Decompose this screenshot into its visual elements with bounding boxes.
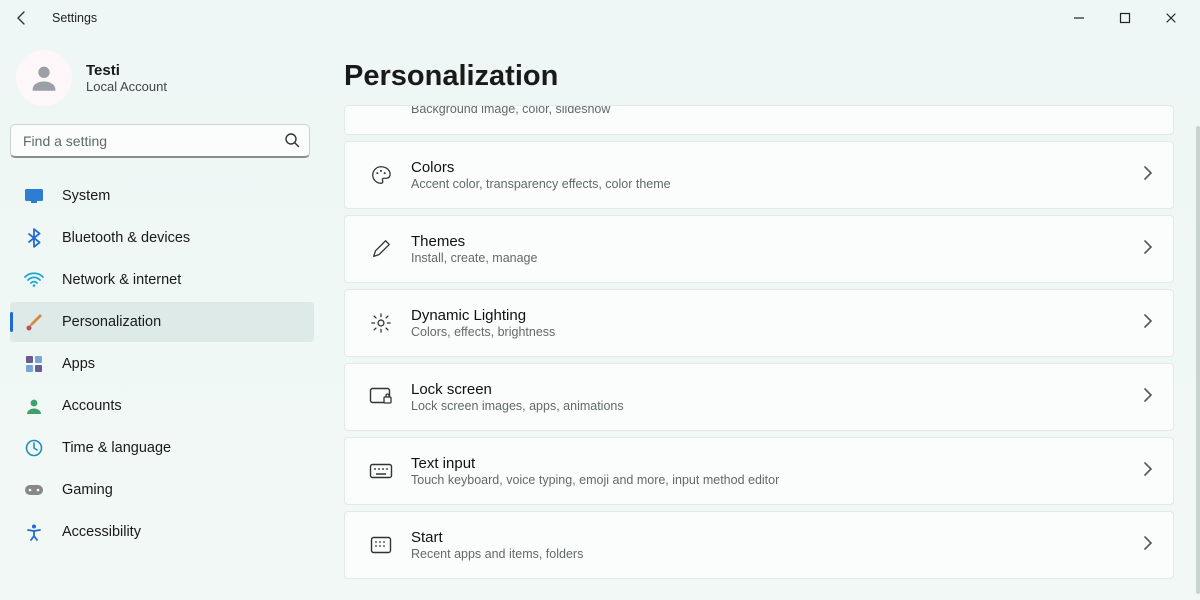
sidebar-item-label: Accessibility (62, 524, 141, 540)
sidebar-item-label: System (62, 188, 110, 204)
lock-screen-icon (361, 387, 401, 407)
user-block[interactable]: Testi Local Account (10, 46, 314, 124)
back-button[interactable] (6, 2, 38, 34)
sidebar-item-label: Bluetooth & devices (62, 230, 190, 246)
chevron-right-icon (1143, 462, 1153, 481)
chevron-right-icon (1143, 536, 1153, 555)
paintbrush-icon (24, 312, 44, 332)
sidebar-item-accounts[interactable]: Accounts (10, 386, 314, 426)
settings-card-list: Background Background image, color, slid… (344, 105, 1174, 579)
maximize-button[interactable] (1102, 2, 1148, 34)
sidebar-item-label: Gaming (62, 482, 113, 498)
search-icon (284, 132, 300, 153)
person-icon (24, 396, 44, 416)
bluetooth-icon (24, 228, 44, 248)
pen-icon (361, 238, 401, 260)
sidebar-item-accessibility[interactable]: Accessibility (10, 512, 314, 552)
close-button[interactable] (1148, 2, 1194, 34)
page-title: Personalization (344, 60, 1188, 93)
title-bar: Settings (0, 0, 1200, 36)
sidebar-item-label: Time & language (62, 440, 171, 456)
chevron-right-icon (1143, 166, 1153, 185)
sidebar-item-apps[interactable]: Apps (10, 344, 314, 384)
gamepad-icon (24, 480, 44, 500)
palette-icon (361, 164, 401, 186)
card-dynamic-lighting[interactable]: Dynamic Lighting Colors, effects, bright… (344, 289, 1174, 357)
nav-list: System Bluetooth & devices Network & int… (10, 176, 314, 552)
search-box[interactable] (10, 124, 310, 158)
card-desc: Colors, effects, brightness (411, 325, 1143, 339)
card-desc: Touch keyboard, voice typing, emoji and … (411, 473, 1143, 487)
clock-globe-icon (24, 438, 44, 458)
sidebar-item-time-language[interactable]: Time & language (10, 428, 314, 468)
search-input[interactable] (10, 124, 310, 158)
minimize-button[interactable] (1056, 2, 1102, 34)
card-title: Text input (411, 455, 1143, 472)
card-title: Start (411, 529, 1143, 546)
sidebar-item-label: Network & internet (62, 272, 181, 288)
sidebar-item-personalization[interactable]: Personalization (10, 302, 314, 342)
sidebar-item-network[interactable]: Network & internet (10, 260, 314, 300)
sidebar-item-label: Personalization (62, 314, 161, 330)
card-colors[interactable]: Colors Accent color, transparency effect… (344, 141, 1174, 209)
card-title: Lock screen (411, 381, 1143, 398)
sidebar-item-bluetooth[interactable]: Bluetooth & devices (10, 218, 314, 258)
card-title: Themes (411, 233, 1143, 250)
user-name: Testi (86, 62, 167, 79)
display-icon (24, 186, 44, 206)
apps-icon (24, 354, 44, 374)
sidebar-item-label: Accounts (62, 398, 122, 414)
chevron-right-icon (1143, 240, 1153, 259)
sidebar: Testi Local Account System Bluetooth & d… (0, 36, 320, 600)
card-title: Dynamic Lighting (411, 307, 1143, 324)
chevron-right-icon (1143, 314, 1153, 333)
card-desc: Recent apps and items, folders (411, 547, 1143, 561)
card-desc: Background image, color, slideshow (411, 105, 1153, 116)
card-desc: Install, create, manage (411, 251, 1143, 265)
keyboard-icon (361, 463, 401, 479)
card-background[interactable]: Background Background image, color, slid… (344, 105, 1174, 135)
card-lock-screen[interactable]: Lock screen Lock screen images, apps, an… (344, 363, 1174, 431)
accessibility-icon (24, 522, 44, 542)
card-desc: Lock screen images, apps, animations (411, 399, 1143, 413)
scrollbar[interactable] (1196, 126, 1200, 594)
card-text-input[interactable]: Text input Touch keyboard, voice typing,… (344, 437, 1174, 505)
avatar (16, 50, 72, 106)
card-title: Colors (411, 159, 1143, 176)
card-themes[interactable]: Themes Install, create, manage (344, 215, 1174, 283)
sidebar-item-label: Apps (62, 356, 95, 372)
start-icon (361, 536, 401, 554)
card-desc: Accent color, transparency effects, colo… (411, 177, 1143, 191)
main-content: Personalization Background Background im… (320, 36, 1200, 600)
user-sub: Local Account (86, 79, 167, 94)
window-title: Settings (52, 11, 97, 25)
sidebar-item-gaming[interactable]: Gaming (10, 470, 314, 510)
chevron-right-icon (1143, 388, 1153, 407)
card-start[interactable]: Start Recent apps and items, folders (344, 511, 1174, 579)
gear-icon (361, 312, 401, 334)
sidebar-item-system[interactable]: System (10, 176, 314, 216)
wifi-icon (24, 270, 44, 290)
